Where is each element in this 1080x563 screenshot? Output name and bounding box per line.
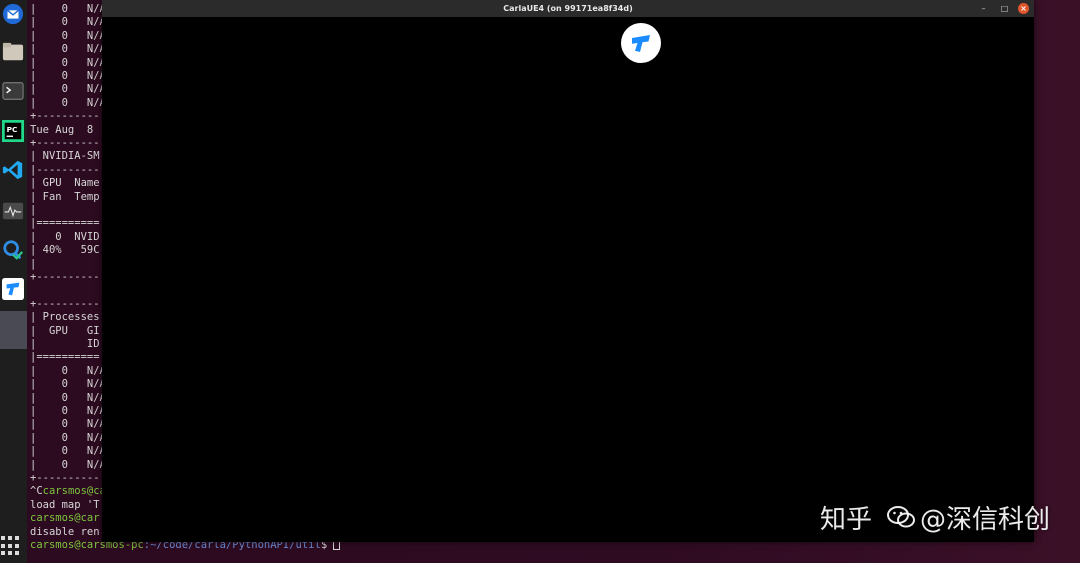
terminal-line: | 0 N/A [30,96,106,109]
files-folder-icon[interactable] [1,40,25,64]
close-button[interactable]: × [1018,3,1029,14]
terminal-line: | Processes [30,311,100,324]
terminal-prompt-line: carsmos@car [30,512,100,525]
terminal-line: | GPU Name [30,177,100,190]
terminal-line: | 0 N/A [30,364,106,377]
svg-text:PC: PC [7,125,18,134]
show-applications-button[interactable] [1,536,21,556]
terminal-prompt-line: disable ren [30,526,100,539]
terminal-line: | [30,257,100,270]
window-titlebar[interactable]: CarlaUE4 (on 99171ea8f34d) – □ × [102,0,1034,17]
terminal-line: | 0 N/A [30,431,106,444]
terminal-prompt-line: ^Ccarsmos@ca [30,485,106,498]
terminal-line: | 0 N/A [30,418,106,431]
terminal-line: | Fan Temp [30,190,100,203]
dock-active-highlight [0,311,27,349]
terminal-line: | 0 N/A [30,83,106,96]
carla-ue4-window[interactable]: CarlaUE4 (on 99171ea8f34d) – □ × [102,0,1034,542]
terminal-line: | 0 N/A [30,70,106,82]
ubuntu-dock: PC [0,0,27,563]
wechat-icon [887,506,916,528]
zhihu-watermark: 知乎 @深信科创 [820,499,1050,535]
terminal-line: +---------- [30,110,100,123]
terminal-icon[interactable] [1,79,25,103]
prompt-pre: load map 'T [30,498,100,511]
terminal-line: |========== [30,351,100,364]
terminal-line: | ID [30,338,100,350]
terminal-line: Tue Aug 8 [30,123,94,136]
terminal-line: | 0 N/A [30,378,106,391]
terminal-line: | GPU GI [30,324,100,337]
terminal-line: | 0 NVID [30,230,100,243]
prompt-pre: ^C [30,485,43,498]
terminal-line: +---------- [30,297,100,310]
terminal-line: +---------- [30,137,100,149]
terminal-line: | [30,204,100,216]
terminal-line: +---------- [30,271,100,283]
terminal-prompt-line: load map 'T [30,499,100,512]
prompt-user: carsmos@ca [42,485,106,498]
terminal-line: | 40% 59C [30,244,100,257]
terminal-line: |========== [30,217,100,230]
todesk-remote-badge-icon[interactable] [621,23,661,63]
terminal-line: | 0 N/A [30,3,106,15]
terminal-line: | 0 N/A [30,43,106,56]
prompt-pre: disable ren [30,525,100,538]
todesk-icon[interactable] [1,277,25,301]
terminal-line: |---------- [30,163,100,176]
network-app-icon[interactable] [1,238,25,262]
terminal-line: | 0 N/A [30,56,106,69]
terminal-line: | 0 N/A [30,458,106,471]
terminal-line: | 0 N/A [30,29,106,42]
maximize-button[interactable]: □ [999,3,1010,14]
terminal-line: | NVIDIA-SM [30,150,100,163]
thunderbird-mail-icon[interactable] [1,2,25,26]
minimize-button[interactable]: – [978,3,989,14]
pycharm-icon[interactable]: PC [1,119,25,143]
prompt-user: carsmos@car [30,512,100,525]
watermark-author: @深信科创 [920,504,1051,535]
terminal-line: | 0 N/A [30,445,106,458]
window-title: CarlaUE4 (on 99171ea8f34d) [503,4,633,13]
terminal-line: +---------- [30,472,100,484]
terminal-line: | 0 N/A [30,16,106,29]
watermark-site: 知乎 [820,504,873,535]
vscode-icon[interactable] [1,158,25,182]
system-monitor-icon[interactable] [1,199,25,223]
terminal-line: | 0 N/A [30,391,106,404]
terminal-line: | 0 N/A [30,405,106,417]
